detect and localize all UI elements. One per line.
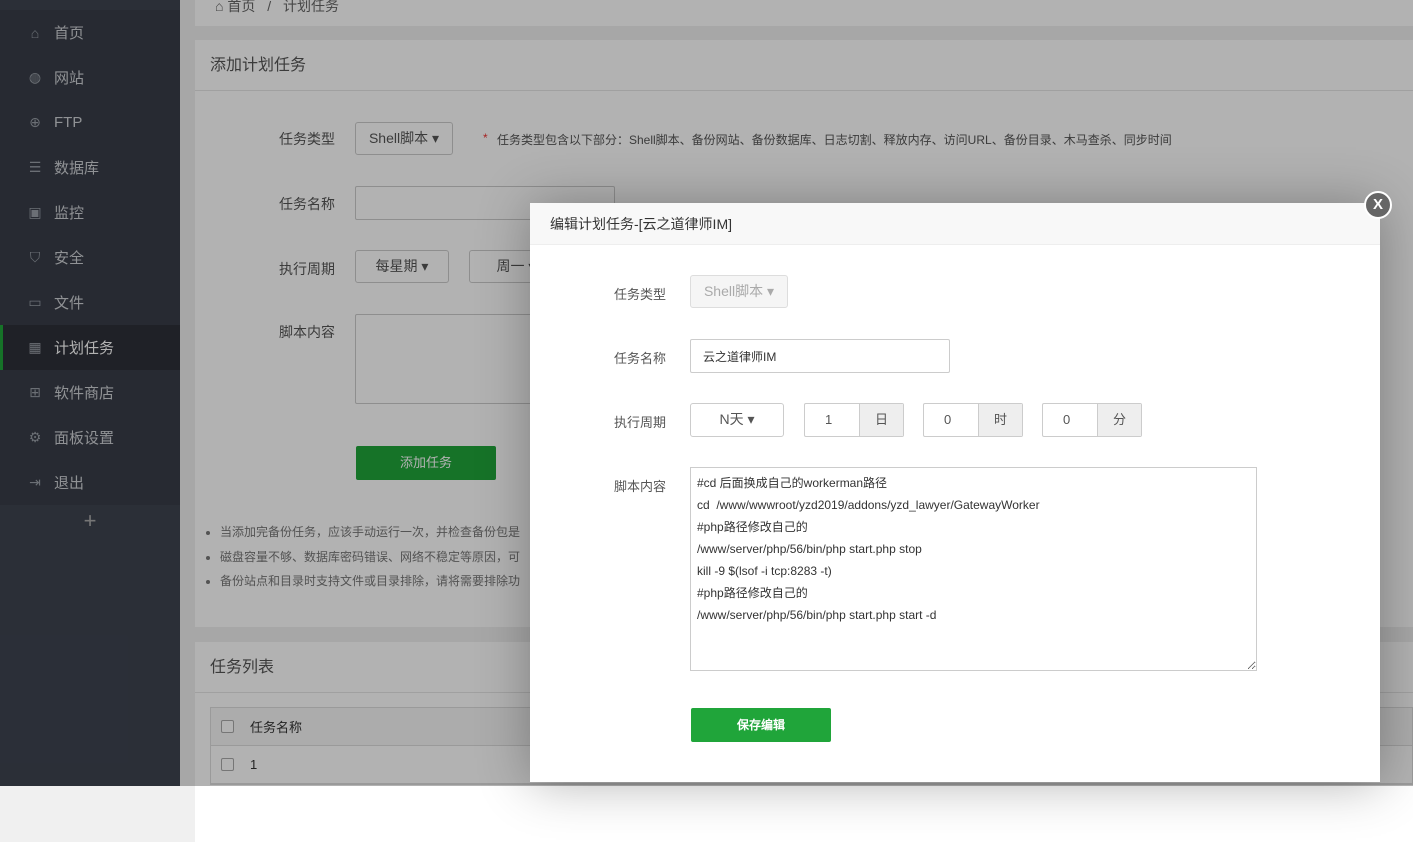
day-input-group: 1日 (804, 403, 904, 437)
type-label: 任务类型 (614, 287, 667, 302)
script-textarea[interactable]: #cd 后面换成自己的workerman路径 cd /www/wwwroot/y… (690, 467, 1257, 671)
minute-unit: 分 (1097, 404, 1141, 436)
cycle-value: N天 (719, 411, 744, 427)
save-edit-button[interactable]: 保存编辑 (691, 708, 831, 742)
hour-input[interactable]: 0 (924, 404, 978, 436)
caret-down-icon: ▾ (747, 411, 755, 427)
day-input[interactable]: 1 (805, 404, 859, 436)
close-modal-button[interactable]: X (1364, 191, 1392, 219)
edit-task-modal: 编辑计划任务-[云之道律师IM] 任务类型 Shell脚本 ▾ 任务名称 云之道… (530, 203, 1380, 782)
script-label: 脚本内容 (614, 479, 667, 494)
day-unit: 日 (859, 404, 903, 436)
name-label: 任务名称 (614, 351, 667, 366)
minute-input[interactable]: 0 (1043, 404, 1097, 436)
cycle-label: 执行周期 (614, 415, 667, 430)
task-name-input[interactable]: 云之道律师IM (690, 339, 950, 373)
modal-title: 编辑计划任务-[云之道律师IM] (530, 203, 1380, 245)
hour-unit: 时 (978, 404, 1022, 436)
task-type-value: Shell脚本 (703, 283, 764, 299)
minute-input-group: 0分 (1042, 403, 1142, 437)
hour-input-group: 0时 (923, 403, 1023, 437)
task-type-dropdown-disabled: Shell脚本 ▾ (690, 275, 788, 308)
cycle-dropdown[interactable]: N天 ▾ (690, 403, 784, 437)
caret-down-icon: ▾ (767, 283, 775, 299)
